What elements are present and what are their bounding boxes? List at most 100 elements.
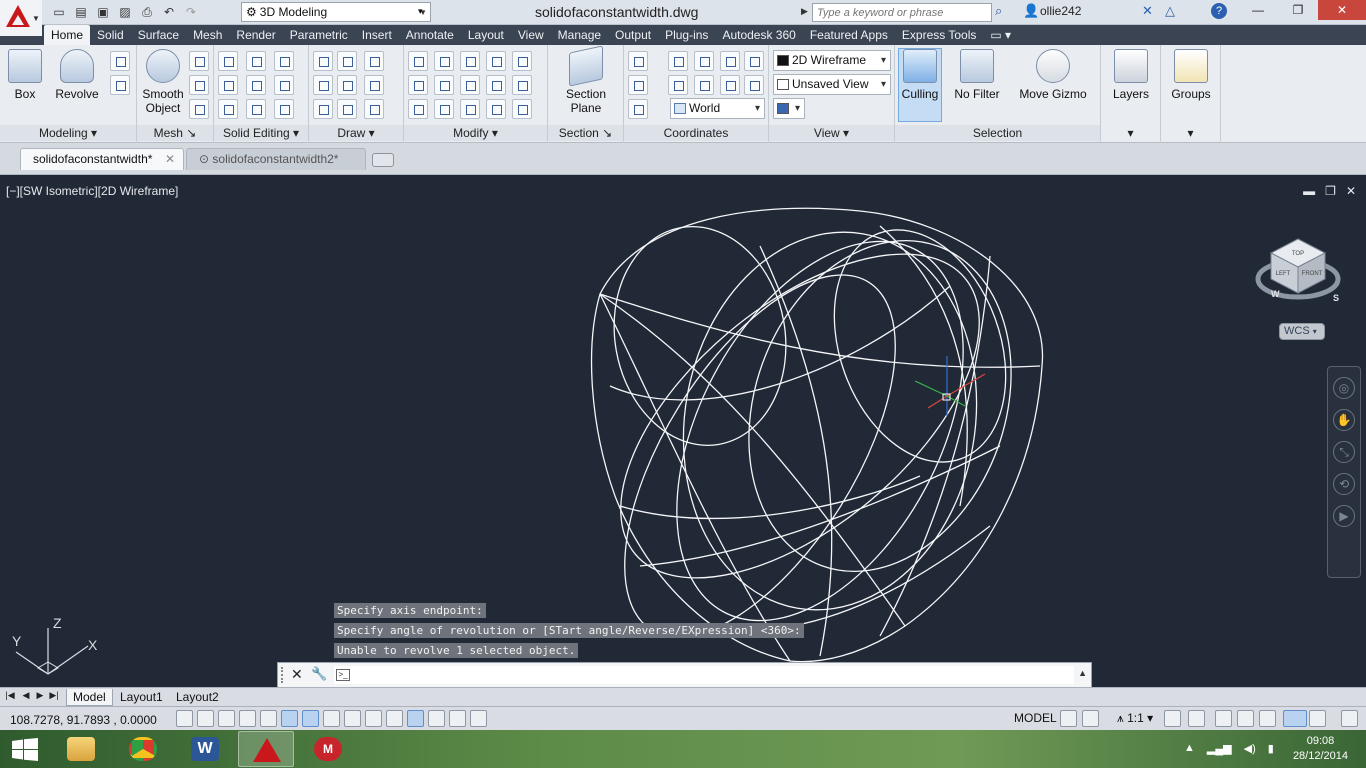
lock-ui-icon[interactable]: [1237, 710, 1254, 727]
file-tab-active[interactable]: solidofaconstantwidth* ✕: [20, 148, 184, 170]
panel-label-view[interactable]: View ▾: [769, 125, 894, 141]
groups-button[interactable]: Groups: [1167, 49, 1215, 101]
autodesk-360-icon[interactable]: △: [1165, 3, 1175, 19]
command-prompt-icon[interactable]: >_: [336, 669, 350, 681]
application-menu-button[interactable]: ▼: [0, 0, 42, 36]
showmotion-icon[interactable]: ▶: [1333, 505, 1355, 527]
helix-icon[interactable]: [337, 51, 357, 71]
workspace-dropdown[interactable]: ⚙ 3D Modeling ▼: [241, 2, 431, 22]
lightbulb-icon[interactable]: [1309, 710, 1326, 727]
revolve-button[interactable]: Revolve: [52, 49, 102, 101]
presspull-icon[interactable]: [110, 75, 130, 95]
union-icon[interactable]: [218, 51, 238, 71]
layout-tab-layout1[interactable]: Layout1: [114, 689, 169, 706]
workspace-switching-icon[interactable]: [1215, 710, 1232, 727]
subtract-icon[interactable]: [218, 75, 238, 95]
mesh-smooth-more-icon[interactable]: [189, 51, 209, 71]
ucs-z-icon[interactable]: [720, 75, 740, 95]
fillet-icon[interactable]: [512, 75, 532, 95]
panel-label-modeling[interactable]: Modeling ▾: [0, 125, 136, 141]
restore-icon[interactable]: ❐: [1278, 0, 1318, 20]
ribbon-tab-manage[interactable]: Manage: [551, 25, 608, 45]
viewport-restore-icon[interactable]: ❐: [1325, 184, 1336, 198]
quick-properties-icon[interactable]: [428, 710, 445, 727]
user-icon[interactable]: 👤: [1023, 3, 1039, 19]
ucs-zaxis-icon[interactable]: [628, 99, 648, 119]
no-filter-button[interactable]: No Filter: [949, 49, 1005, 101]
separate-icon[interactable]: [274, 75, 294, 95]
close-icon[interactable]: ✕: [291, 666, 303, 683]
customize-qat-icon[interactable]: ▾: [418, 6, 423, 17]
layers-expand-icon[interactable]: ▾: [1101, 125, 1160, 141]
panel-label-draw[interactable]: Draw ▾: [309, 125, 403, 141]
ribbon-tab-surface[interactable]: Surface: [131, 25, 186, 45]
ribbon-tab-solid[interactable]: Solid: [90, 25, 131, 45]
ucs-3point-icon[interactable]: [744, 75, 764, 95]
wcs-dropdown[interactable]: WCS ▾: [1279, 323, 1325, 340]
user-name[interactable]: ollie242: [1040, 4, 1081, 18]
ellipse-icon[interactable]: [364, 99, 384, 119]
taskbar-chrome[interactable]: [115, 731, 171, 767]
ucs-x-icon[interactable]: [628, 75, 648, 95]
viewport-config-dropdown[interactable]: [773, 98, 805, 119]
ucs-view-icon[interactable]: [744, 51, 764, 71]
annotation-visibility-icon[interactable]: [1164, 710, 1181, 727]
ribbon-tab-output[interactable]: Output: [608, 25, 658, 45]
ribbon-tab-render[interactable]: Render: [229, 25, 282, 45]
ribbon-tab-parametric[interactable]: Parametric: [283, 25, 355, 45]
ucs-icon[interactable]: [628, 51, 648, 71]
file-tab-inactive[interactable]: ⊙ solidofaconstantwidth2*: [186, 148, 366, 170]
3d-mirror-icon[interactable]: [486, 75, 506, 95]
ucs-dropdown[interactable]: World: [670, 98, 765, 119]
3d-move-icon[interactable]: [434, 51, 454, 71]
selection-cycling-icon[interactable]: [449, 710, 466, 727]
3d-align-icon[interactable]: [434, 99, 454, 119]
show-hidden-icons-icon[interactable]: ▲: [1184, 742, 1195, 755]
snap-mode-icon[interactable]: [197, 710, 214, 727]
box-button[interactable]: Box: [4, 49, 46, 101]
3d-scale-icon[interactable]: [460, 99, 480, 119]
ribbon-tab-express-tools[interactable]: Express Tools: [895, 25, 983, 45]
ucs-previous-icon[interactable]: [668, 75, 688, 95]
ribbon-tab-layout[interactable]: Layout: [461, 25, 511, 45]
start-button[interactable]: [0, 731, 50, 767]
ribbon-tab-view[interactable]: View: [511, 25, 551, 45]
annotation-scale[interactable]: ⩚ 1:1 ▾: [1117, 711, 1153, 726]
copy-icon[interactable]: [408, 75, 428, 95]
close-icon[interactable]: ✕: [1318, 0, 1366, 20]
object-snap-tracking-icon[interactable]: [323, 710, 340, 727]
chevron-up-icon[interactable]: ▲: [1078, 668, 1087, 678]
viewport-minimize-icon[interactable]: ▬: [1303, 184, 1315, 198]
polygon-icon[interactable]: [313, 99, 333, 119]
pan-icon[interactable]: ✋: [1333, 409, 1355, 431]
quick-view-layouts-icon[interactable]: [1060, 710, 1077, 727]
polar-tracking-icon[interactable]: [260, 710, 277, 727]
layers-button[interactable]: Layers: [1107, 49, 1155, 101]
hardware-acceleration-icon[interactable]: [1259, 710, 1276, 727]
next-layout-icon[interactable]: ▶: [34, 690, 46, 703]
open-file-icon[interactable]: ▤: [72, 3, 90, 21]
annotation-monitor-icon[interactable]: [470, 710, 487, 727]
layout-tab-layout2[interactable]: Layout2: [170, 689, 225, 706]
intersect-icon[interactable]: [218, 99, 238, 119]
ribbon-tab-home[interactable]: Home: [44, 25, 91, 45]
panel-label-solid-editing[interactable]: Solid Editing ▾: [214, 125, 308, 141]
taskbar-file-explorer[interactable]: [53, 731, 109, 767]
grid-display-icon[interactable]: [218, 710, 235, 727]
ribbon-tab-annotate[interactable]: Annotate: [399, 25, 461, 45]
print-icon[interactable]: ⎙: [138, 3, 156, 21]
redo-icon[interactable]: ↷: [182, 3, 200, 21]
array-icon[interactable]: [512, 99, 532, 119]
3d-rotate-icon[interactable]: [434, 75, 454, 95]
panel-label-section[interactable]: Section ↘: [548, 125, 623, 141]
ucs-world-icon[interactable]: [694, 51, 714, 71]
minimize-icon[interactable]: —: [1238, 0, 1278, 20]
volume-icon[interactable]: ◀): [1244, 742, 1256, 755]
mesh-smooth-less-icon[interactable]: [189, 75, 209, 95]
taskbar-app-m[interactable]: M: [300, 731, 356, 767]
3d-object-snap-icon[interactable]: [302, 710, 319, 727]
undo-icon[interactable]: ↶: [160, 3, 178, 21]
taskbar-autocad[interactable]: [238, 731, 294, 767]
smooth-object-button[interactable]: Smooth Object: [139, 49, 187, 115]
viewcube[interactable]: TOP LEFT FRONT W S: [1255, 231, 1341, 311]
